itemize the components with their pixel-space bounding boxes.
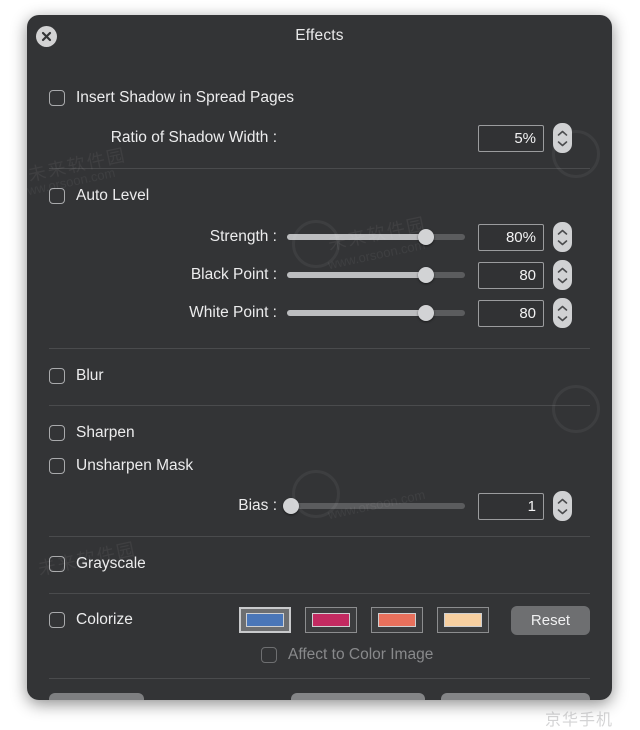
row-blur: Blur [49, 361, 590, 391]
divider-5 [49, 593, 590, 594]
slider-knob[interactable] [282, 498, 299, 514]
reset-button[interactable]: Reset [511, 605, 590, 635]
label-white-point: White Point : [189, 304, 277, 321]
row-affect-to-color-image: Affect to Color Image [49, 640, 590, 670]
slider-fill [287, 310, 426, 316]
stepper-black-point[interactable] [553, 260, 572, 290]
swatch-blue[interactable] [239, 607, 291, 633]
row-colorize: Colorize Reset [49, 600, 590, 640]
stepper-strength[interactable] [553, 222, 572, 252]
field-bias[interactable]: 1 [478, 492, 544, 520]
effects-dialog: Effects Insert Shadow in Spread Pages Ra… [27, 15, 612, 700]
stepper-ratio-of-shadow-width[interactable] [553, 123, 572, 153]
slider-knob[interactable] [417, 267, 434, 283]
divider-3 [49, 405, 590, 406]
row-sharpen: Sharpen [49, 418, 590, 448]
field-black-point[interactable]: 80 [478, 261, 544, 289]
row-unsharpen-mask: Unsharpen Mask [49, 453, 590, 479]
field-strength[interactable]: 80% [478, 223, 544, 251]
slider-knob[interactable] [417, 229, 434, 245]
save-as-default-button[interactable]: Save as Default [291, 693, 426, 700]
slider-fill [287, 272, 426, 278]
swatch-magenta-chip [312, 613, 350, 627]
dialog-body: Insert Shadow in Spread Pages Ratio of S… [27, 83, 612, 679]
stepper-bias[interactable] [553, 491, 572, 521]
swatch-magenta[interactable] [305, 607, 357, 633]
checkbox-grayscale[interactable] [49, 556, 65, 572]
checkbox-blur[interactable] [49, 368, 65, 384]
initialize-button[interactable]: Initialize... [49, 693, 144, 700]
checkbox-auto-level[interactable] [49, 188, 65, 204]
row-black-point: Black Point : 80 [49, 256, 590, 294]
stepper-white-point[interactable] [553, 298, 572, 328]
label-black-point: Black Point : [190, 266, 277, 283]
checkbox-colorize[interactable] [49, 612, 65, 628]
slider-white-point[interactable] [287, 304, 465, 322]
row-bias: Bias : 1 [49, 487, 590, 525]
title-bar: Effects [27, 15, 612, 59]
swatch-salmon[interactable] [371, 607, 423, 633]
label-ratio-of-shadow-width: Ratio of Shadow Width : [110, 129, 277, 146]
divider-2 [49, 348, 590, 349]
divider-4 [49, 536, 590, 537]
swatch-blue-chip [246, 613, 284, 627]
row-insert-shadow: Insert Shadow in Spread Pages [49, 83, 590, 113]
colorize-swatches [239, 607, 489, 633]
checkbox-insert-shadow[interactable] [49, 90, 65, 106]
row-auto-level: Auto Level [49, 181, 590, 211]
colorize-label-group: Colorize [49, 611, 239, 629]
label-strength: Strength : [209, 228, 277, 245]
label-bias: Bias : [238, 497, 277, 514]
label-blur: Blur [76, 367, 104, 384]
label-unsharpen-mask: Unsharpen Mask [76, 457, 194, 474]
swatch-salmon-chip [378, 613, 416, 627]
field-white-point[interactable]: 80 [478, 299, 544, 327]
slider-bias[interactable] [282, 497, 465, 515]
label-colorize: Colorize [76, 611, 133, 628]
field-ratio-of-shadow-width[interactable]: 5% [478, 124, 544, 152]
restore-to-default-button[interactable]: Restore to Default [441, 693, 590, 700]
slider-fill [287, 234, 426, 240]
label-grayscale: Grayscale [76, 555, 146, 572]
footer-buttons: Initialize... Save as Default Restore to… [27, 679, 612, 700]
divider-1 [49, 168, 590, 169]
swatch-peach[interactable] [437, 607, 489, 633]
watermark-bottom: 京华手机 [545, 712, 614, 729]
label-sharpen: Sharpen [76, 424, 135, 441]
swatch-peach-chip [444, 613, 482, 627]
label-affect-to-color-image: Affect to Color Image [288, 646, 434, 663]
slider-track [287, 503, 465, 509]
row-grayscale: Grayscale [49, 549, 590, 579]
checkbox-unsharpen-mask[interactable] [49, 458, 65, 474]
slider-strength[interactable] [287, 228, 465, 246]
checkbox-affect-to-color-image[interactable] [261, 647, 277, 663]
row-ratio-of-shadow-width: Ratio of Shadow Width : 5% [49, 119, 590, 157]
slider-black-point[interactable] [287, 266, 465, 284]
page-title: Effects [295, 27, 344, 44]
row-strength: Strength : 80% [49, 218, 590, 256]
checkbox-sharpen[interactable] [49, 425, 65, 441]
label-insert-shadow: Insert Shadow in Spread Pages [76, 89, 294, 106]
slider-knob[interactable] [417, 305, 434, 321]
label-auto-level: Auto Level [76, 187, 150, 204]
row-white-point: White Point : 80 [49, 294, 590, 332]
